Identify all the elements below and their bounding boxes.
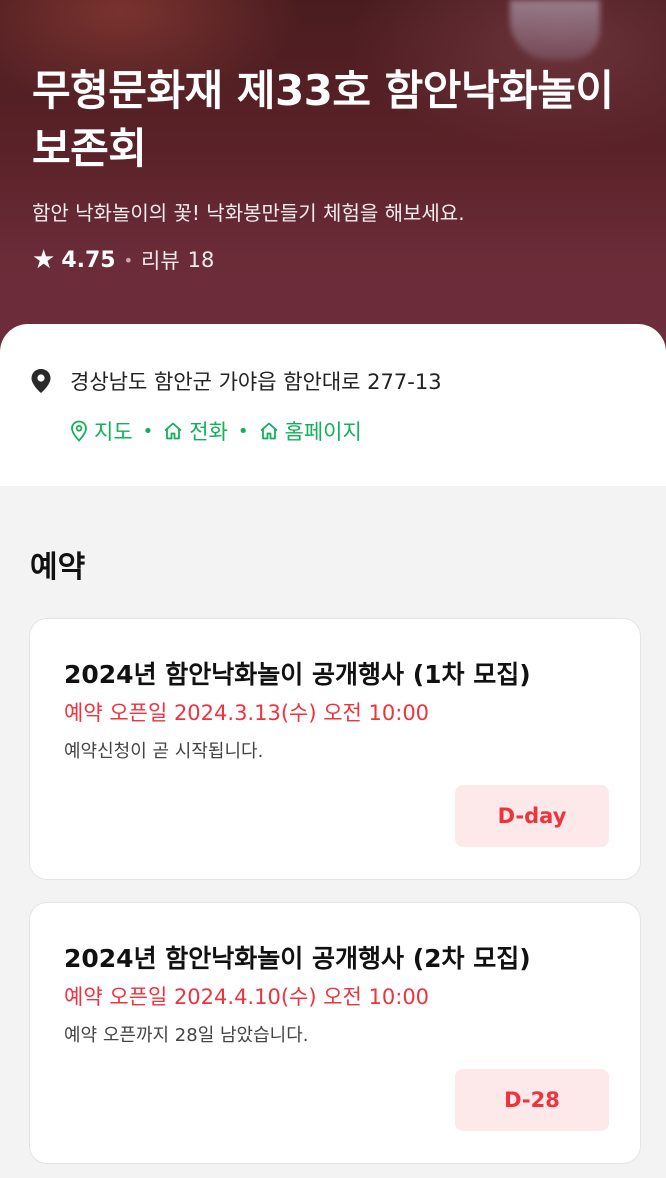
page-subtitle: 함안 낙화놀이의 꽃! 낙화봉만들기 체험을 해보세요. [32, 201, 465, 225]
reservation-open-date: 예약 오픈일 2024.4.10(수) 오전 10:00 [64, 985, 430, 1009]
link-separator: • [237, 420, 249, 442]
location-icon [71, 420, 87, 442]
map-link-label: 지도 [94, 420, 133, 444]
reservation-title: 2024년 함안낙화놀이 공개행사 (2차 모집) [64, 944, 531, 973]
map-pin-icon [31, 369, 51, 393]
homepage-link[interactable]: 홈페이지 [259, 416, 362, 446]
reservation-card[interactable]: 2024년 함안낙화놀이 공개행사 (2차 모집) 예약 오픈일 2024.4.… [29, 902, 641, 1164]
map-link[interactable]: 지도 [70, 416, 133, 446]
hero-banner: 무형문화재 제33호 함안낙화놀이보존회 함안 낙화놀이의 꽃! 낙화봉만들기 … [0, 0, 666, 370]
dday-badge-button[interactable]: D-day [455, 785, 609, 847]
reservation-open-date: 예약 오픈일 2024.3.13(수) 오전 10:00 [64, 701, 430, 725]
reservation-section-title: 예약 [30, 550, 86, 585]
address-row: 경상남도 함안군 가야읍 함안대로 277-13 [30, 366, 442, 396]
info-card: 경상남도 함안군 가야읍 함안대로 277-13 지도 • 전화 • 홈페이지 [0, 324, 666, 486]
dot-separator: • [123, 250, 134, 270]
review-count: 18 [187, 248, 215, 272]
phone-link-label: 전화 [189, 420, 228, 444]
star-icon: ★ [32, 245, 56, 275]
home-icon [164, 422, 182, 440]
page-title: 무형문화재 제33호 함안낙화놀이보존회 [32, 66, 614, 173]
link-separator: • [142, 420, 154, 442]
homepage-link-label: 홈페이지 [284, 420, 362, 444]
reservation-status: 예약신청이 곧 시작됩니다. [64, 741, 264, 762]
contact-links: 지도 • 전화 • 홈페이지 [70, 416, 362, 446]
rating-value: 4.75 [61, 247, 116, 273]
reservation-status: 예약 오픈까지 28일 남았습니다. [64, 1025, 309, 1046]
address-text: 경상남도 함안군 가야읍 함안대로 277-13 [70, 370, 442, 394]
reservation-card[interactable]: 2024년 함안낙화놀이 공개행사 (1차 모집) 예약 오픈일 2024.3.… [29, 618, 641, 880]
page: 무형문화재 제33호 함안낙화놀이보존회 함안 낙화놀이의 꽃! 낙화봉만들기 … [0, 0, 666, 1178]
home-icon [259, 422, 278, 440]
review-label: 리뷰 [141, 249, 180, 273]
rating-row[interactable]: ★ 4.75 • 리뷰 18 [32, 244, 214, 276]
hero-photo [510, 0, 600, 60]
phone-link[interactable]: 전화 [163, 416, 228, 446]
dday-badge-button[interactable]: D-28 [455, 1069, 609, 1131]
reservation-title: 2024년 함안낙화놀이 공개행사 (1차 모집) [64, 660, 531, 689]
